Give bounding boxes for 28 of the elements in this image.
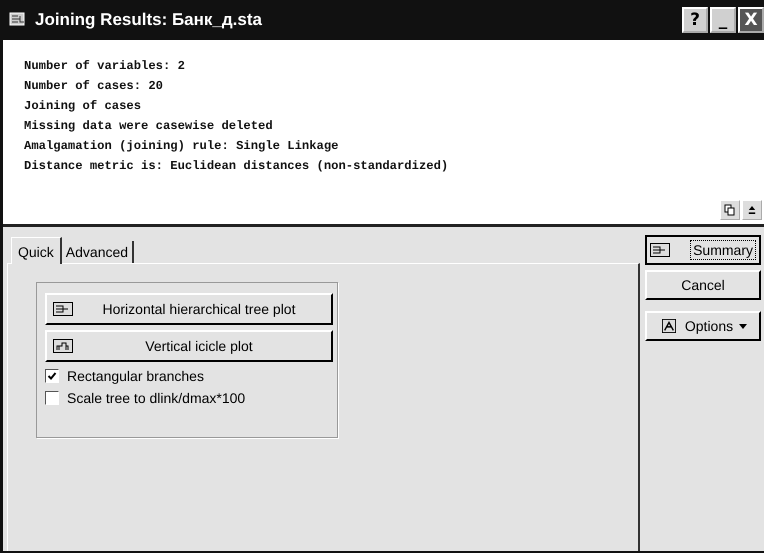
cancel-button[interactable]: Cancel <box>645 270 761 300</box>
tree-plot-icon <box>650 243 670 257</box>
minimize-button[interactable]: _ <box>710 7 736 33</box>
icicle-plot-icon <box>53 339 73 353</box>
close-button[interactable]: X <box>738 7 764 33</box>
help-button[interactable]: ? <box>682 7 708 33</box>
plot-button[interactable]: Vertical icicle plot <box>45 330 333 362</box>
copy-icon <box>724 204 736 216</box>
arrow-up-icon <box>748 205 756 215</box>
checkbox-label: Rectangular branches <box>67 368 204 384</box>
tab[interactable]: Quick <box>11 237 62 264</box>
copy-button[interactable] <box>720 200 740 220</box>
window-title: Joining Results: Банк_д.sta <box>35 10 263 30</box>
result-line: Number of variables: 2 <box>24 58 186 75</box>
result-line: Amalgamation (joining) rule: Single Linkage <box>24 138 340 155</box>
result-line: Distance metric is: Euclidean distances (non-standardized) <box>24 158 450 175</box>
checkbox[interactable] <box>45 369 59 383</box>
tree-plot-icon <box>53 302 73 316</box>
expand-button[interactable] <box>742 200 762 220</box>
result-line: Joining of cases <box>24 98 142 115</box>
checkbox[interactable] <box>45 391 59 405</box>
plot-button[interactable]: Horizontal hierarchical tree plot <box>45 293 333 325</box>
result-line: Missing data were casewise deleted <box>24 118 274 135</box>
options-button[interactable]: Options <box>645 311 761 341</box>
summary-button[interactable]: Summary <box>645 235 761 265</box>
result-line: Number of cases: 20 <box>24 78 164 95</box>
dropdown-caret-icon <box>739 324 748 328</box>
checkbox-label: Scale tree to dlink/dmax*100 <box>67 390 246 406</box>
